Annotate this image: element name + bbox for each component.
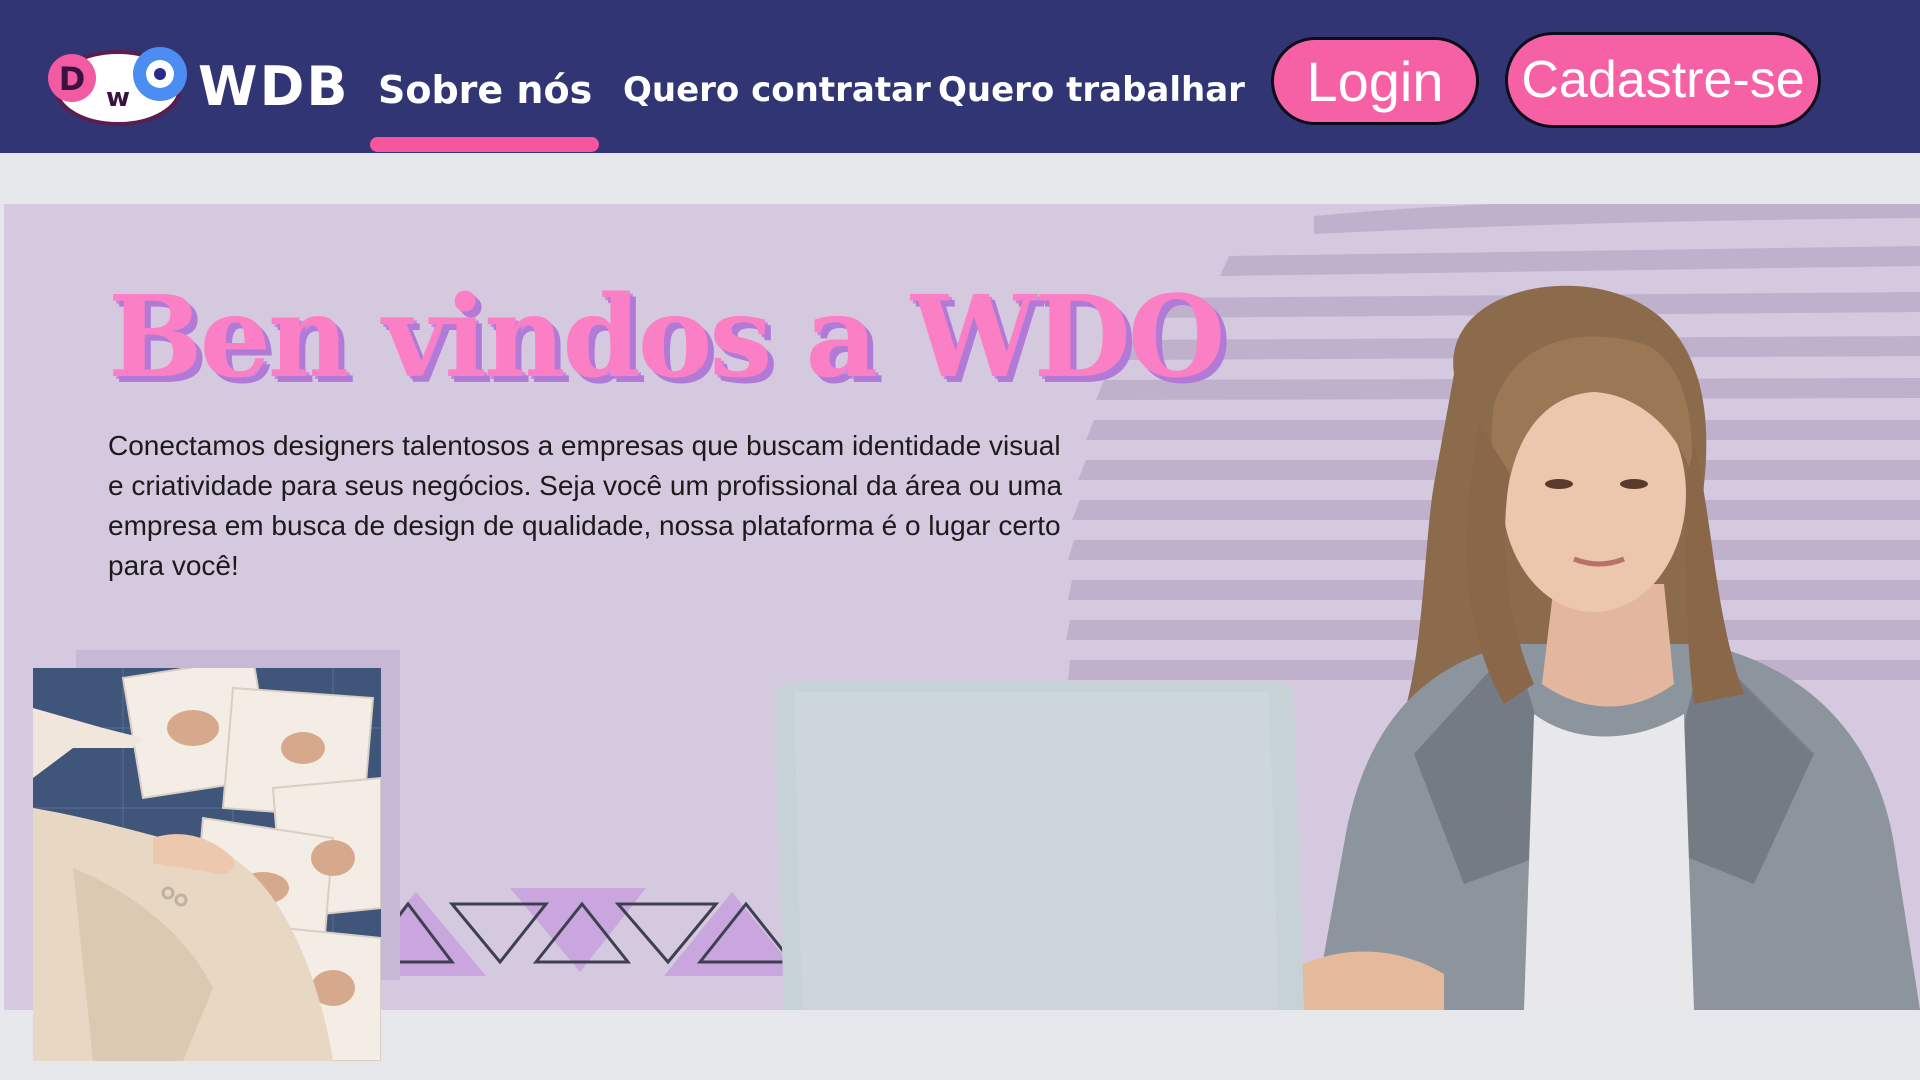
hero-description: Conectamos designers talentosos a empres… [108,430,1063,581]
brand-name[interactable]: WDB [198,52,350,122]
woman-at-laptop-photo [1274,285,1920,1010]
signup-button[interactable]: Cadastre-se [1505,32,1821,128]
top-navbar: D w WDB Sobre nós Quero contratar Quero … [0,0,1920,153]
laptop-image [774,682,1304,1010]
login-button[interactable]: Login [1271,37,1479,125]
fashion-design-sketches-photo [33,668,381,1061]
svg-text:w: w [106,83,130,113]
dwo-logo-icon[interactable]: D w [44,42,192,128]
nav-sobre-nos[interactable]: Sobre nós [378,60,592,120]
nav-quero-contratar[interactable]: Quero contratar [623,60,931,120]
active-nav-indicator [370,137,599,152]
svg-text:D: D [59,60,86,98]
nav-quero-trabalhar[interactable]: Quero trabalhar [938,60,1245,120]
hero-title: Ben vindos a WDO [108,272,1225,403]
